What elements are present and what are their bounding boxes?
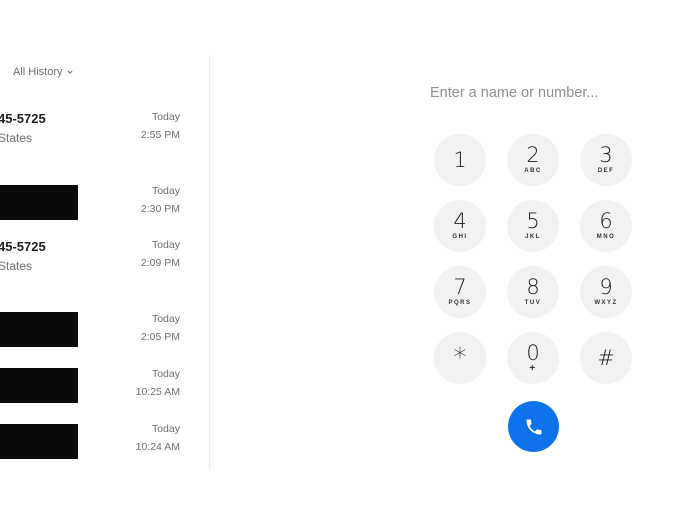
key-letters: + bbox=[529, 363, 537, 374]
key-9[interactable]: 9 WXYZ bbox=[580, 266, 632, 318]
history-entry[interactable]: 45-5725 States Today 2:09 PM bbox=[0, 238, 200, 288]
call-button[interactable] bbox=[508, 401, 559, 452]
history-entry[interactable]: Today 10:25 AM bbox=[0, 367, 200, 407]
entry-location: States bbox=[0, 259, 33, 273]
phone-icon bbox=[526, 419, 541, 434]
redacted-contact bbox=[0, 185, 78, 220]
entry-time: 2:09 PM bbox=[140, 257, 180, 269]
entry-location: States bbox=[0, 131, 33, 145]
key-1[interactable]: 1 bbox=[434, 134, 486, 186]
redacted-contact bbox=[0, 368, 78, 403]
entry-time: 10:24 AM bbox=[135, 441, 180, 453]
key-letters: WXYZ bbox=[594, 300, 618, 306]
key-0[interactable]: 0 + bbox=[507, 332, 559, 384]
key-digit: 3 bbox=[599, 143, 613, 167]
key-7[interactable]: 7 PQRS bbox=[434, 266, 486, 318]
entry-day: Today bbox=[151, 239, 180, 251]
key-digit: * bbox=[453, 343, 467, 373]
key-2[interactable]: 2 ABC bbox=[507, 134, 559, 186]
entry-time: 10:25 AM bbox=[135, 386, 180, 398]
key-digit: 7 bbox=[453, 275, 467, 299]
key-letters: TUV bbox=[524, 300, 542, 306]
entry-time: 2:55 PM bbox=[140, 129, 180, 141]
key-letters: MNO bbox=[596, 234, 616, 240]
entry-day: Today bbox=[151, 313, 180, 325]
key-letters: PQRS bbox=[448, 300, 472, 306]
entry-number: 45-5725 bbox=[0, 239, 46, 254]
key-digit: 4 bbox=[453, 209, 467, 233]
redacted-contact bbox=[0, 424, 78, 459]
entry-time: 2:05 PM bbox=[140, 331, 180, 343]
key-digit: 1 bbox=[453, 148, 467, 172]
key-hash[interactable]: # bbox=[580, 332, 632, 384]
entry-time: 2:30 PM bbox=[140, 203, 180, 215]
key-8[interactable]: 8 TUV bbox=[507, 266, 559, 318]
key-5[interactable]: 5 JKL bbox=[507, 200, 559, 252]
entry-day: Today bbox=[151, 368, 180, 380]
key-letters: JKL bbox=[525, 234, 541, 240]
entry-day: Today bbox=[151, 111, 180, 123]
history-entry[interactable]: 45-5725 States Today 2:55 PM bbox=[0, 110, 200, 160]
dial-search-input[interactable] bbox=[430, 82, 640, 104]
key-6[interactable]: 6 MNO bbox=[580, 200, 632, 252]
history-entry[interactable]: Today 10:24 AM bbox=[0, 422, 200, 462]
key-digit: 8 bbox=[526, 275, 540, 299]
history-entry[interactable]: Today 2:30 PM bbox=[0, 184, 200, 224]
history-entry[interactable]: Today 2:05 PM bbox=[0, 312, 200, 352]
history-filter-label: All History bbox=[13, 66, 63, 78]
key-digit: 6 bbox=[599, 209, 613, 233]
key-star[interactable]: * bbox=[434, 332, 486, 384]
redacted-contact bbox=[0, 312, 78, 347]
key-digit: 5 bbox=[526, 209, 540, 233]
entry-day: Today bbox=[151, 185, 180, 197]
key-4[interactable]: 4 GHI bbox=[434, 200, 486, 252]
key-letters: ABC bbox=[524, 168, 542, 174]
key-3[interactable]: 3 DEF bbox=[580, 134, 632, 186]
history-filter-dropdown[interactable]: All History bbox=[13, 66, 73, 78]
chevron-down-icon bbox=[66, 70, 73, 74]
key-digit: 0 bbox=[526, 341, 540, 365]
key-digit: # bbox=[597, 346, 615, 370]
key-letters: GHI bbox=[452, 234, 468, 240]
call-history-panel: All History 45-5725 States Today 2:55 PM… bbox=[0, 0, 210, 525]
key-digit: 9 bbox=[599, 275, 613, 299]
entry-day: Today bbox=[151, 423, 180, 435]
panel-divider bbox=[209, 55, 210, 470]
key-letters: DEF bbox=[597, 168, 615, 174]
key-digit: 2 bbox=[526, 143, 540, 167]
entry-number: 45-5725 bbox=[0, 111, 46, 126]
